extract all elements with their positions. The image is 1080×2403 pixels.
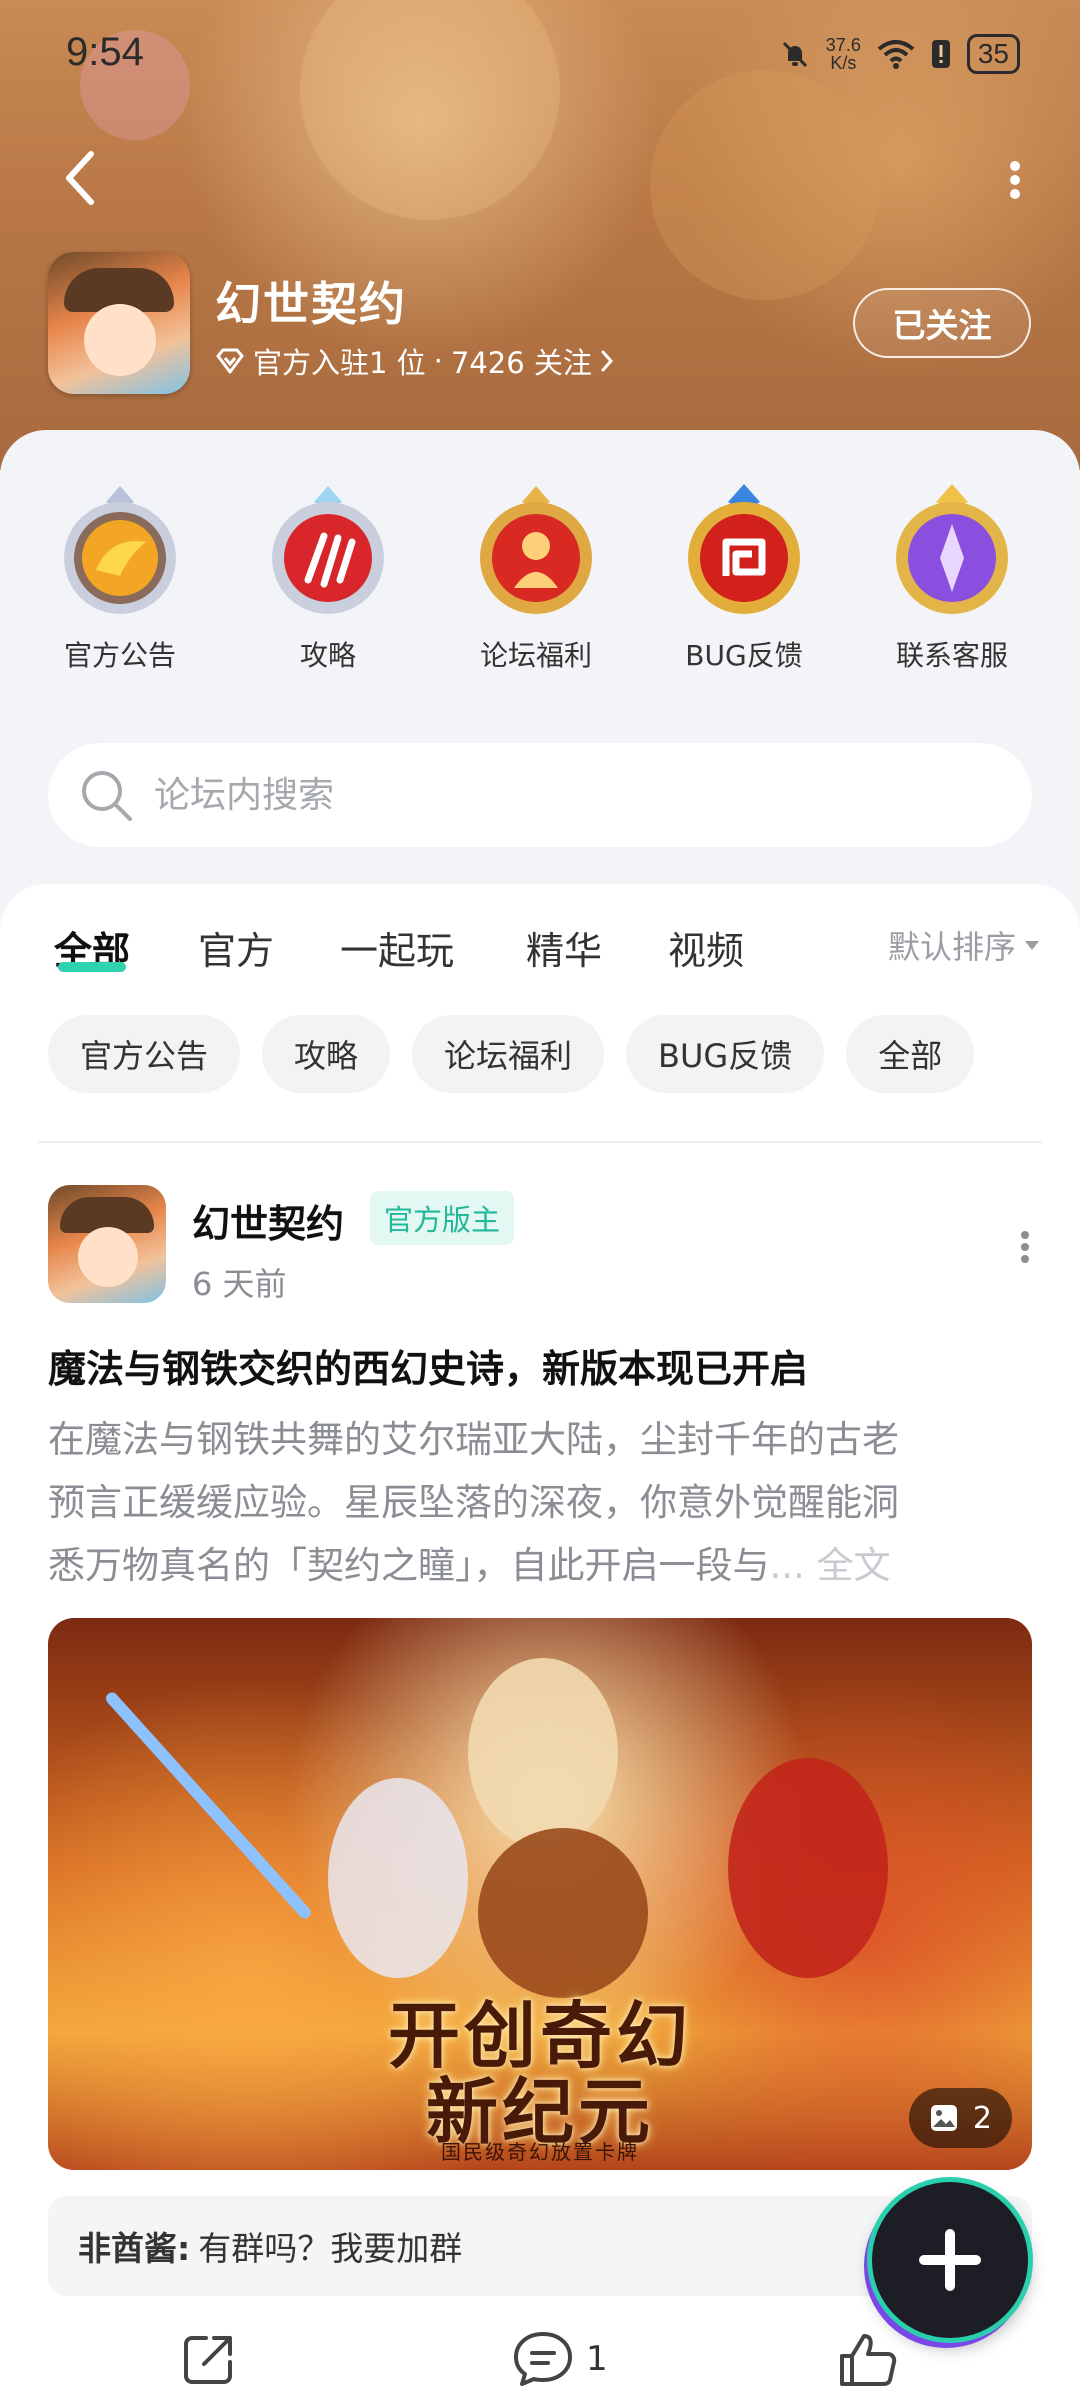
figure-badge-icon <box>466 480 606 620</box>
thumbs-up-icon <box>840 2334 897 2386</box>
chip-all[interactable]: 全部 <box>846 1015 975 1093</box>
follow-button[interactable]: 已关注 <box>853 288 1031 358</box>
status-icons: 37.6 K/s 35 <box>780 34 1020 74</box>
art-title: 开创奇幻 新纪元 <box>48 1998 1032 2150</box>
moderator-badge: 官方版主 <box>370 1191 515 1245</box>
game-logo[interactable] <box>48 252 190 394</box>
vertical-dots-icon <box>1010 161 1020 199</box>
search-icon <box>82 771 132 821</box>
game-meta[interactable]: 官方入驻1 位 · 7426 关注 <box>215 340 614 382</box>
plus-icon <box>919 2229 981 2291</box>
status-bar: 9:54 37.6 K/s 35 <box>0 0 1080 110</box>
art-subtitle: 国民级奇幻放置卡牌 <box>441 2140 639 2164</box>
comment-icon <box>514 2332 572 2386</box>
claw-badge-icon <box>258 480 398 620</box>
chevron-left-icon <box>66 151 94 205</box>
quick-links: 官方公告 攻略 论坛福利 BUG反馈 联系客服 <box>0 480 1080 700</box>
post-excerpt[interactable]: 在魔法与钢铁共舞的艾尔瑞亚大陆，尘封千年的古老 预言正缓缓应验。星辰坠落的深夜，… <box>48 1408 1032 1597</box>
tab-featured[interactable]: 精华 <box>526 920 602 975</box>
art-red-dragon-rider <box>728 1758 888 1978</box>
alert-icon <box>931 40 950 68</box>
quick-link-label: BUG反馈 <box>685 639 803 672</box>
spiral-badge-icon <box>674 480 814 620</box>
divider <box>38 1141 1042 1143</box>
comment-text: 有群吗？我要加群 <box>198 2229 463 2268</box>
post-excerpt-line: 在魔法与钢铁共舞的艾尔瑞亚大陆，尘封千年的古老 <box>48 1418 899 1461</box>
gold-ribbon-badge-icon <box>50 480 190 620</box>
chip-announcements[interactable]: 官方公告 <box>48 1015 241 1093</box>
chip-bug-report[interactable]: BUG反馈 <box>626 1015 825 1093</box>
forum-search-bar[interactable] <box>48 743 1032 847</box>
post-excerpt-line: 预言正缓缓应验。星辰坠落的深夜，你意外觉醒能洞 <box>48 1481 899 1524</box>
comment-author: 非酋酱: <box>78 2229 191 2268</box>
excerpt-ellipsis: ... <box>769 1544 805 1587</box>
more-menu-button[interactable] <box>990 150 1040 210</box>
network-speed-unit: K/s <box>830 53 857 73</box>
sort-dropdown[interactable]: 默认排序 <box>888 922 1040 968</box>
chip-welfare[interactable]: 论坛福利 <box>412 1015 605 1093</box>
wifi-icon <box>877 40 915 69</box>
post-author-name[interactable]: 幻世契约 <box>192 1193 344 1248</box>
purple-crystal-badge-icon <box>882 480 1022 620</box>
avatar-face <box>78 1227 138 1287</box>
category-chips: 官方公告 攻略 论坛福利 BUG反馈 全部 <box>48 1015 975 1095</box>
image-icon <box>930 2105 957 2131</box>
tab-play-together[interactable]: 一起玩 <box>340 920 454 975</box>
tab-video[interactable]: 视频 <box>668 920 744 975</box>
caret-down-icon <box>1025 941 1039 950</box>
game-title: 幻世契约 <box>215 277 407 331</box>
comment-count: 1 <box>586 2339 608 2379</box>
sort-label: 默认排序 <box>887 928 1016 966</box>
image-count-badge: 2 <box>908 2088 1012 2148</box>
post-author-avatar[interactable] <box>48 1185 166 1303</box>
network-speed-value: 37.6 <box>825 35 861 55</box>
comment-button[interactable]: 1 <box>512 2330 608 2388</box>
official-rank: 官方入驻1 位 <box>253 346 426 380</box>
diamond-icon <box>216 348 244 374</box>
quick-link-label: 攻略 <box>299 639 356 672</box>
tab-official[interactable]: 官方 <box>198 920 274 975</box>
quick-link-label: 论坛福利 <box>479 639 592 672</box>
post-excerpt-line-last: 悉万物真名的「契约之瞳」，自此开启一段与... 全文 <box>48 1534 1032 1597</box>
battery-indicator: 35 <box>966 34 1020 74</box>
quick-link-label: 联系客服 <box>895 639 1008 672</box>
quick-link-announcements[interactable]: 官方公告 <box>30 480 210 674</box>
post-action-bar: 1 <box>0 2330 1080 2403</box>
post-title[interactable]: 魔法与钢铁交织的西幻史诗，新版本现已开启 <box>48 1338 1038 1393</box>
network-speed: 37.6 K/s <box>826 36 861 72</box>
quick-link-support[interactable]: 联系客服 <box>862 480 1042 674</box>
share-icon <box>184 2336 232 2384</box>
mute-bell-icon <box>782 41 807 68</box>
create-post-button[interactable] <box>872 2182 1028 2338</box>
post-image[interactable]: 开创奇幻 新纪元 国民级奇幻放置卡牌 2 <box>48 1618 1032 2170</box>
active-tab-indicator <box>58 962 126 972</box>
art-title-line: 开创奇幻 <box>387 1993 692 2078</box>
post-excerpt-line: 悉万物真名的「契约之瞳」，自此开启一段与 <box>48 1544 770 1587</box>
back-button[interactable] <box>50 148 110 208</box>
image-count: 2 <box>972 2100 992 2136</box>
quick-link-guides[interactable]: 攻略 <box>238 480 418 674</box>
like-button[interactable] <box>838 2330 898 2388</box>
game-logo-face <box>84 304 156 376</box>
read-more-link[interactable]: 全文 <box>817 1544 891 1587</box>
quick-link-bug-report[interactable]: BUG反馈 <box>654 480 834 674</box>
share-button[interactable] <box>180 2330 238 2388</box>
art-lion-warrior <box>478 1828 648 1998</box>
follower-count: 7426 关注 <box>450 346 592 380</box>
post-more-button[interactable] <box>1010 1222 1040 1272</box>
search-input[interactable] <box>152 773 856 817</box>
chip-guides[interactable]: 攻略 <box>262 1015 391 1093</box>
meta-separator: · <box>433 344 443 378</box>
chevron-right-icon <box>601 350 613 372</box>
quick-link-label: 官方公告 <box>63 639 176 672</box>
quick-link-welfare[interactable]: 论坛福利 <box>446 480 626 674</box>
vertical-dots-icon <box>1021 1231 1029 1263</box>
post-timestamp: 6 天前 <box>192 1265 287 1303</box>
status-time: 9:54 <box>66 30 144 74</box>
art-goddess <box>468 1658 618 1848</box>
art-spear <box>103 1689 314 1921</box>
art-white-haired-girl <box>328 1778 468 1978</box>
